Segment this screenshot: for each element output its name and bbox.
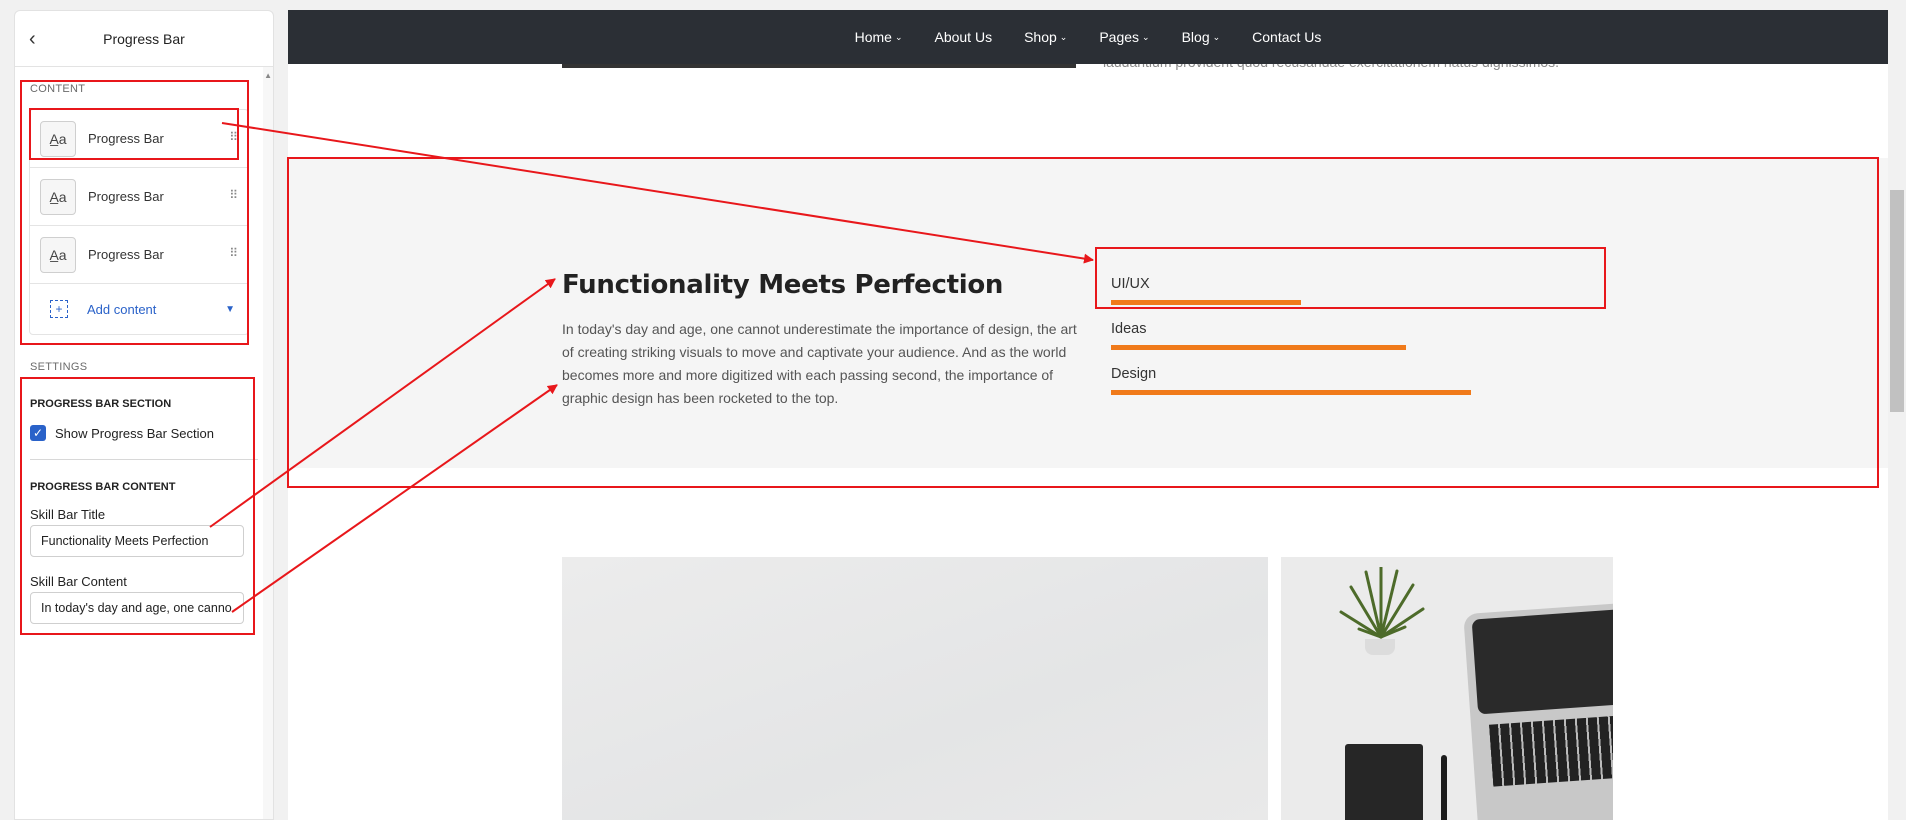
content-section-label: CONTENT: [30, 83, 86, 95]
site-preview: Home ⌄ About Us Shop ⌄ Pages ⌄ Blog ⌄ Contac…: [288, 10, 1888, 820]
nav-contact-us[interactable]: Contact Us: [1252, 29, 1321, 45]
gallery-image-blank: [562, 557, 1268, 820]
nav-shop[interactable]: Shop ⌄: [1024, 29, 1067, 45]
progress-bar-section-title: PROGRESS BAR SECTION: [30, 398, 172, 410]
site-navbar: Home ⌄ About Us Shop ⌄ Pages ⌄ Blog ⌄ Contac…: [288, 10, 1888, 64]
laptop: [1463, 600, 1613, 820]
gallery-image-desk: [1281, 557, 1613, 820]
chevron-down-icon: ⌄: [1212, 31, 1221, 42]
skill-fill: [1111, 345, 1406, 350]
skill-track: [1111, 390, 1611, 395]
pen: [1441, 755, 1447, 820]
nav-pages[interactable]: Pages ⌄: [1099, 29, 1149, 45]
chevron-down-icon: ⌄: [1142, 31, 1150, 42]
show-section-label: Show Progress Bar Section: [55, 425, 214, 441]
add-block-icon: +: [50, 300, 68, 318]
back-arrow-icon[interactable]: ‹: [29, 29, 49, 49]
add-content-button[interactable]: + Add content ▼: [29, 283, 249, 335]
content-item-label: Progress Bar: [88, 247, 164, 262]
add-content-label: Add content: [87, 301, 157, 317]
nav-label: Shop: [1024, 29, 1057, 45]
chevron-down-icon[interactable]: ▼: [225, 304, 235, 315]
skill-fill: [1111, 300, 1301, 305]
drag-handle-icon[interactable]: ⠿: [229, 246, 238, 260]
skill-bar-content-field[interactable]: In today's day and age, one canno: [30, 592, 244, 624]
show-section-toggle[interactable]: ✓ Show Progress Bar Section: [30, 425, 214, 441]
drag-handle-icon[interactable]: ⠿: [229, 130, 238, 144]
skill-bar: UI/UX: [1111, 276, 1611, 305]
skill-bar-title-field[interactable]: Functionality Meets Perfection: [30, 525, 244, 557]
progress-bar-content-title: PROGRESS BAR CONTENT: [30, 481, 176, 493]
nav-label: Home: [854, 29, 892, 45]
preview-scrollbar-thumb[interactable]: [1890, 190, 1904, 412]
text-block-icon: A̲a: [40, 236, 76, 273]
nav-home[interactable]: Home ⌄: [855, 29, 903, 45]
content-list: A̲a Progress Bar ⠿ A̲a Progress Bar ⠿ A̲…: [29, 109, 249, 335]
text-block-icon: A̲a: [40, 178, 76, 215]
chevron-down-icon: ⌄: [894, 31, 903, 42]
panel-title: Progress Bar: [103, 30, 185, 47]
skill-bar-title-label: Skill Bar Title: [30, 507, 106, 522]
checkbox-checked-icon[interactable]: ✓: [30, 425, 46, 441]
section-heading: Functionality Meets Perfection: [562, 270, 1004, 300]
content-item-label: Progress Bar: [88, 189, 164, 204]
content-item[interactable]: A̲a Progress Bar ⠿: [29, 167, 249, 225]
editor-panel: ‹ Progress Bar ▲ CONTENT A̲a Progress Ba…: [14, 10, 274, 820]
divider: [30, 459, 258, 460]
nav-label: Contact Us: [1252, 29, 1322, 45]
notebook: [1345, 744, 1423, 820]
panel-scrollbar[interactable]: [263, 67, 273, 819]
drag-handle-icon[interactable]: ⠿: [229, 188, 238, 202]
panel-header: ‹ Progress Bar: [15, 11, 273, 67]
section-paragraph: In today's day and age, one cannot under…: [562, 321, 1077, 406]
previous-section-image: [562, 64, 1076, 68]
skill-bar: Ideas: [1111, 321, 1611, 350]
laptop-screen: [1471, 607, 1613, 715]
content-item[interactable]: A̲a Progress Bar ⠿: [29, 109, 249, 167]
skill-label: Design: [1111, 366, 1157, 382]
skill-bar: Design: [1111, 366, 1611, 395]
skill-fill: [1111, 390, 1471, 395]
nav-label: About Us: [934, 29, 993, 45]
chevron-down-icon: ⌄: [1059, 31, 1068, 42]
plant-icon: [1339, 567, 1425, 639]
plant-pot: [1365, 639, 1395, 655]
laptop-keyboard: [1488, 713, 1613, 787]
nav-label: Pages: [1099, 29, 1140, 45]
skill-label: Ideas: [1111, 321, 1147, 337]
text-block-icon: A̲a: [40, 120, 76, 157]
skill-bar-content-label: Skill Bar Content: [30, 574, 127, 589]
preview-scrollbar[interactable]: [1888, 10, 1906, 820]
nav-blog[interactable]: Blog ⌄: [1182, 29, 1221, 45]
skill-track: [1111, 300, 1611, 305]
content-item[interactable]: A̲a Progress Bar ⠿: [29, 225, 249, 283]
nav-label: Blog: [1181, 29, 1210, 45]
nav-about-us[interactable]: About Us: [934, 29, 992, 45]
skill-label: UI/UX: [1111, 276, 1150, 292]
settings-section-label: SETTINGS: [30, 361, 88, 373]
content-item-label: Progress Bar: [88, 131, 164, 146]
skill-track: [1111, 345, 1611, 350]
scroll-up-icon[interactable]: ▲: [264, 71, 272, 80]
progress-bar-section: Functionality Meets Perfection In today'…: [288, 158, 1888, 468]
